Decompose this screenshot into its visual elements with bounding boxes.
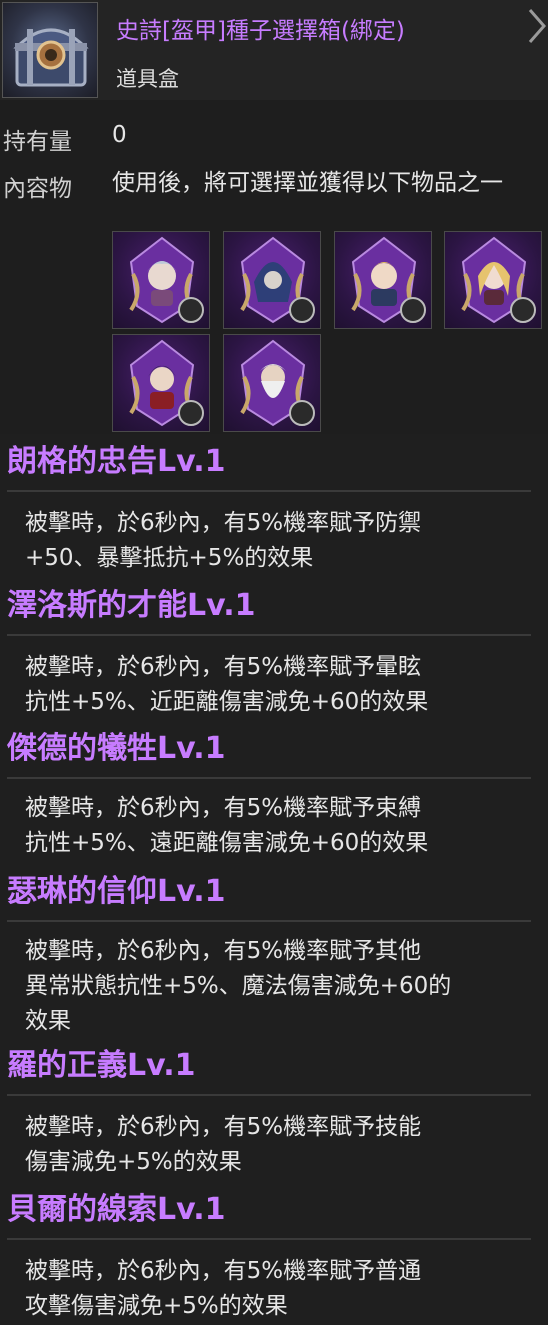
skill-title: 傑德的犧牲Lv.1 bbox=[7, 731, 226, 766]
skill-description: 被擊時，於6秒內，有5%機率賦予普通 攻擊傷害減免+5%的效果 bbox=[25, 1254, 545, 1324]
skill-description-line: 被擊時，於6秒內，有5%機率賦予其他 bbox=[25, 938, 422, 964]
skill-description-line: 攻擊傷害減免+5%的效果 bbox=[25, 1293, 288, 1319]
quantity-label: 持有量 bbox=[3, 129, 72, 155]
content-item-5[interactable] bbox=[112, 334, 210, 432]
content-item-2[interactable] bbox=[223, 231, 321, 329]
divider bbox=[7, 1094, 531, 1096]
item-type: 道具盒 bbox=[116, 67, 179, 91]
quantity-value: 0 bbox=[112, 122, 127, 148]
skill-description-line: 被擊時，於6秒內，有5%機率賦予普通 bbox=[25, 1258, 422, 1284]
skill-description-line: +50、暴擊抵抗+5%的效果 bbox=[25, 545, 314, 571]
skill-description-line: 被擊時，於6秒內，有5%機率賦予束縛 bbox=[25, 795, 422, 821]
divider bbox=[7, 1238, 531, 1240]
skill-description-line: 抗性+5%、近距離傷害減免+60的效果 bbox=[25, 689, 429, 715]
content-item-4[interactable] bbox=[444, 231, 542, 329]
item-header: 史詩[盔甲]種子選擇箱(綁定) 道具盒 bbox=[0, 0, 548, 100]
skill-title: 瑟琳的信仰Lv.1 bbox=[7, 874, 226, 909]
skill-title: 貝爾的線索Lv.1 bbox=[7, 1192, 226, 1227]
content-item-3[interactable] bbox=[334, 231, 432, 329]
treasure-chest-icon bbox=[2, 2, 98, 98]
skill-title: 羅的正義Lv.1 bbox=[7, 1048, 196, 1083]
skill-description: 被擊時，於6秒內，有5%機率賦予技能 傷害減免+5%的效果 bbox=[25, 1110, 545, 1180]
skill-title: 澤洛斯的才能Lv.1 bbox=[7, 588, 256, 623]
skill-description: 被擊時，於6秒內，有5%機率賦予暈眩 抗性+5%、近距離傷害減免+60的效果 bbox=[25, 650, 545, 720]
divider bbox=[7, 777, 531, 779]
skill-description-line: 被擊時，於6秒內，有5%機率賦予防禦 bbox=[25, 510, 422, 536]
skill-description-line: 傷害減免+5%的效果 bbox=[25, 1149, 242, 1175]
contents-description: 使用後，將可選擇並獲得以下物品之一 bbox=[112, 170, 503, 196]
divider bbox=[7, 634, 531, 636]
skill-list: 朗格的忠告Lv.1 被擊時，於6秒內，有5%機率賦予防禦 +50、暴擊抵抗+5%… bbox=[0, 434, 548, 1325]
content-item-6[interactable] bbox=[223, 334, 321, 432]
skill-description: 被擊時，於6秒內，有5%機率賦予其他 異常狀態抗性+5%、魔法傷害減免+60的 … bbox=[25, 934, 545, 1039]
skill-description-line: 效果 bbox=[25, 1008, 71, 1034]
chevron-right-icon[interactable] bbox=[528, 8, 548, 44]
contents-label: 內容物 bbox=[3, 176, 72, 202]
item-name: 史詩[盔甲]種子選擇箱(綁定) bbox=[116, 18, 405, 44]
skill-description: 被擊時，於6秒內，有5%機率賦予防禦 +50、暴擊抵抗+5%的效果 bbox=[25, 506, 545, 576]
skill-description-line: 被擊時，於6秒內，有5%機率賦予暈眩 bbox=[25, 654, 422, 680]
skill-description: 被擊時，於6秒內，有5%機率賦予束縛 抗性+5%、遠距離傷害減免+60的效果 bbox=[25, 791, 545, 861]
divider bbox=[7, 490, 531, 492]
skill-title: 朗格的忠告Lv.1 bbox=[7, 444, 226, 479]
skill-description-line: 異常狀態抗性+5%、魔法傷害減免+60的 bbox=[25, 973, 452, 999]
content-item-1[interactable] bbox=[112, 231, 210, 329]
divider bbox=[7, 920, 531, 922]
skill-description-line: 被擊時，於6秒內，有5%機率賦予技能 bbox=[25, 1114, 422, 1140]
skill-description-line: 抗性+5%、遠距離傷害減免+60的效果 bbox=[25, 830, 429, 856]
